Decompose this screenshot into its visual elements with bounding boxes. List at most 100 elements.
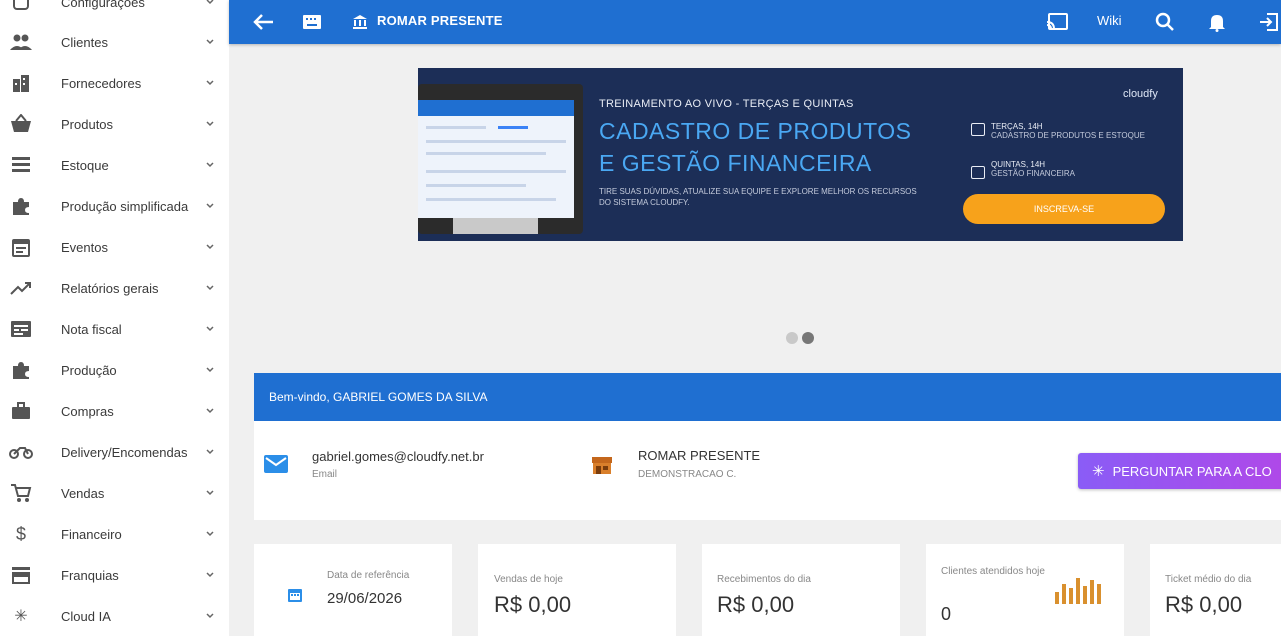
sidebar-item-label: Fornecedores: [61, 75, 142, 91]
banner-headline-1: CADASTRO DE PRODUTOS: [599, 118, 912, 144]
sidebar-item-nota-fiscal[interactable]: Nota fiscal: [0, 310, 229, 348]
sidebar-item-label: Produtos: [61, 116, 114, 132]
sidebar-item-fornecedores[interactable]: Fornecedores: [0, 64, 229, 102]
email-label: Email: [312, 469, 338, 480]
schedule-day: TERÇAS, 14H: [991, 122, 1043, 131]
bike-icon: [8, 439, 34, 465]
sidebar-item-cloud-ia[interactable]: ✳ Cloud IA: [0, 597, 229, 635]
calendar-icon: [971, 166, 985, 179]
sidebar-item-configuracoes[interactable]: Configurações: [0, 0, 229, 21]
stat-value: R$ 0,00: [717, 592, 795, 617]
store-title[interactable]: ROMAR PRESENTE: [377, 13, 503, 28]
stat-card-customers[interactable]: Clientes atendidos hoje 0: [926, 544, 1124, 636]
search-button[interactable]: [1152, 8, 1178, 36]
carousel-dots: [786, 332, 814, 344]
stat-card-date[interactable]: Data de referência 29/06/2026: [254, 544, 452, 636]
cloudfy-logo: cloudfy: [1123, 88, 1158, 100]
company-name: ROMAR PRESENTE: [638, 448, 761, 463]
promo-banner[interactable]: TREINAMENTO AO VIVO - TERÇAS E QUINTAS C…: [418, 68, 1183, 241]
chevron-down-icon: [204, 446, 216, 458]
store-icon: [591, 455, 613, 475]
stat-label: Data de referência: [327, 570, 410, 581]
calendar-icon: [971, 123, 985, 136]
logout-button[interactable]: [1257, 8, 1281, 36]
stat-value: 29/06/2026: [327, 590, 403, 607]
stat-value: 0: [941, 604, 952, 624]
sparkle-icon: ✳: [1092, 463, 1105, 480]
sidebar-item-clientes[interactable]: Clientes: [0, 23, 229, 61]
chevron-down-icon: [204, 77, 216, 89]
chevron-down-icon: [204, 528, 216, 540]
chevron-down-icon: [204, 118, 216, 130]
wiki-link[interactable]: Wiki: [1097, 13, 1122, 28]
sidebar-item-label: Eventos: [61, 239, 108, 255]
sidebar-item-label: Financeiro: [61, 526, 122, 542]
chevron-down-icon: [204, 569, 216, 581]
chevron-down-icon: [204, 0, 216, 8]
calendar-icon: [288, 588, 302, 607]
sidebar-item-eventos[interactable]: Eventos: [0, 228, 229, 266]
carousel-dot[interactable]: [786, 332, 798, 344]
user-email: gabriel.gomes@cloudfy.net.br: [312, 449, 484, 464]
bank-icon: [353, 15, 367, 29]
sidebar-item-label: Produção: [61, 362, 117, 378]
sidebar-item-relatorios-gerais[interactable]: Relatórios gerais: [0, 269, 229, 307]
chevron-down-icon: [204, 282, 216, 294]
ask-button-label: PERGUNTAR PARA A CLO: [1112, 463, 1272, 479]
subscribe-button[interactable]: INSCREVA-SE: [963, 194, 1165, 224]
welcome-header: Bem-vindo, GABRIEL GOMES DA SILVA: [254, 373, 1281, 421]
ask-cloud-ia-button[interactable]: ✳ PERGUNTAR PARA A CLO: [1078, 453, 1281, 489]
sidebar-item-delivery[interactable]: Delivery/Encomendas: [0, 433, 229, 471]
stat-card-receipts[interactable]: Recebimentos do dia R$ 0,00: [702, 544, 900, 636]
carousel-dot-active[interactable]: [802, 332, 814, 344]
cast-button[interactable]: [1044, 8, 1070, 36]
chevron-down-icon: [204, 36, 216, 48]
stat-card-sales[interactable]: Vendas de hoje R$ 0,00: [478, 544, 676, 636]
receipt-icon: [8, 316, 34, 342]
stat-label: Clientes atendidos hoje: [941, 566, 1045, 577]
stat-label: Vendas de hoje: [494, 574, 563, 585]
company-subtitle: DEMONSTRACAO C.: [638, 469, 737, 480]
cast-icon: [1046, 13, 1068, 30]
briefcase-icon: [8, 398, 34, 424]
sidebar-item-compras[interactable]: Compras: [0, 392, 229, 430]
welcome-card: gabriel.gomes@cloudfy.net.br Email ROMAR…: [254, 421, 1281, 520]
gear-icon: [8, 0, 34, 15]
schedule-thursday: QUINTAS, 14H GESTÃO FINANCEIRA: [991, 160, 1075, 178]
logout-icon: [1260, 13, 1278, 31]
sidebar-item-producao[interactable]: Produção: [0, 351, 229, 389]
sidebar-item-financeiro[interactable]: $ Financeiro: [0, 515, 229, 553]
monitor-illustration: [418, 84, 583, 234]
store-button[interactable]: [349, 8, 371, 36]
schedule-topic: CADASTRO DE PRODUTOS E ESTOQUE: [991, 131, 1145, 140]
calendar-icon: [8, 234, 34, 260]
sidebar-item-label: Franquias: [61, 567, 119, 583]
stat-label: Ticket médio do dia: [1165, 574, 1252, 585]
chevron-down-icon: [204, 241, 216, 253]
notifications-button[interactable]: [1204, 8, 1230, 36]
mail-icon: [264, 455, 288, 473]
list-icon: [8, 152, 34, 178]
sidebar-item-vendas[interactable]: Vendas: [0, 474, 229, 512]
sidebar: Configurações Clientes Fornecedores Prod…: [0, 0, 229, 636]
sidebar-item-franquias[interactable]: Franquias: [0, 556, 229, 594]
sidebar-item-label: Estoque: [61, 157, 109, 173]
chevron-down-icon: [204, 487, 216, 499]
schedule-tuesday: TERÇAS, 14H CADASTRO DE PRODUTOS E ESTOQ…: [991, 122, 1145, 140]
sidebar-item-label: Compras: [61, 403, 114, 419]
store-icon: [8, 562, 34, 588]
puzzle-icon: [8, 193, 34, 219]
keyboard-button[interactable]: [299, 8, 325, 36]
basket-icon: [8, 111, 34, 137]
stat-card-ticket[interactable]: Ticket médio do dia R$ 0,00: [1150, 544, 1281, 636]
chevron-down-icon: [204, 405, 216, 417]
sidebar-item-producao-simplificada[interactable]: Produção simplificada: [0, 187, 229, 225]
cart-icon: [8, 480, 34, 506]
schedule-day: QUINTAS, 14H: [991, 160, 1046, 169]
stat-value: R$ 0,00: [1165, 592, 1243, 617]
sidebar-item-estoque[interactable]: Estoque: [0, 146, 229, 184]
sidebar-item-produtos[interactable]: Produtos: [0, 105, 229, 143]
topbar: ROMAR PRESENTE Wiki: [229, 0, 1281, 44]
schedule-topic: GESTÃO FINANCEIRA: [991, 169, 1076, 178]
back-button[interactable]: [249, 8, 277, 36]
